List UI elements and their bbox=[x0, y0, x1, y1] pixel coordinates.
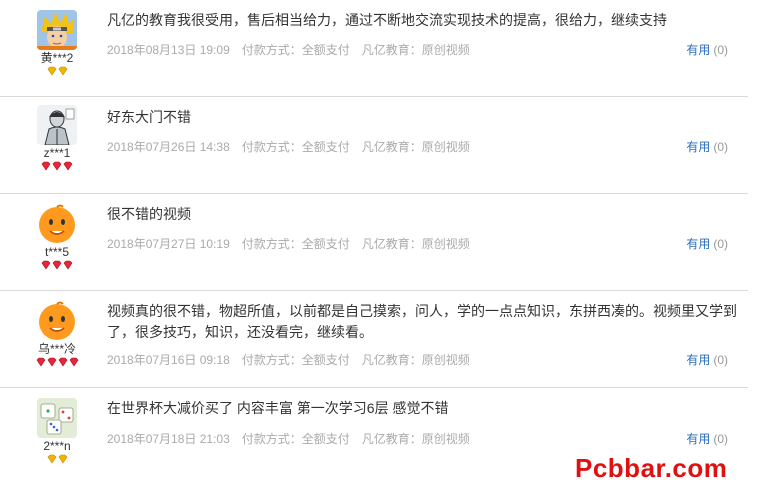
useful-count: (0) bbox=[713, 43, 728, 57]
review-date: 2018年08月13日 19:09 bbox=[107, 43, 230, 57]
useful-button[interactable]: 有用 (0) bbox=[686, 235, 728, 252]
payment-method: 付款方式：全额支付 bbox=[241, 140, 350, 154]
review-date: 2018年07月18日 21:03 bbox=[107, 432, 230, 446]
gold-diamond-icon bbox=[58, 454, 67, 464]
review-meta: 2018年07月26日 14:38 付款方式：全额支付 凡亿教育：原创视频 bbox=[107, 138, 482, 155]
review-meta: 2018年07月18日 21:03 付款方式：全额支付 凡亿教育：原创视频 bbox=[107, 430, 482, 447]
payment-method: 付款方式：全额支付 bbox=[241, 432, 350, 446]
orange-mascot-avatar[interactable] bbox=[37, 204, 77, 244]
level-badges bbox=[34, 357, 80, 369]
red-diamond-icon bbox=[36, 357, 45, 367]
useful-count: (0) bbox=[713, 140, 728, 154]
useful-count: (0) bbox=[713, 353, 728, 367]
naruto-avatar[interactable] bbox=[37, 10, 77, 50]
username: z***1 bbox=[43, 146, 71, 160]
useful-button[interactable]: 有用 (0) bbox=[686, 351, 728, 368]
useful-button[interactable]: 有用 (0) bbox=[686, 138, 728, 155]
sketch-avatar[interactable] bbox=[37, 105, 77, 145]
useful-label[interactable]: 有用 bbox=[686, 353, 710, 367]
useful-count: (0) bbox=[713, 432, 728, 446]
username: 黄***2 bbox=[40, 51, 74, 65]
course-type: 凡亿教育：原创视频 bbox=[361, 432, 470, 446]
gold-diamond-icon bbox=[47, 454, 56, 464]
username: t***5 bbox=[44, 245, 70, 259]
review-item: z***1 好东大门不错 2018年07月26日 14:38 付款方式：全额支付凡… bbox=[0, 97, 748, 194]
review-date: 2018年07月26日 14:38 bbox=[107, 140, 230, 154]
course-type: 凡亿教育：原创视频 bbox=[361, 237, 470, 251]
course-type: 凡亿教育：原创视频 bbox=[361, 43, 470, 57]
red-diamond-icon bbox=[41, 161, 51, 171]
useful-count: (0) bbox=[713, 237, 728, 251]
useful-button[interactable]: 有用 (0) bbox=[686, 430, 728, 447]
course-type: 凡亿教育：原创视频 bbox=[361, 353, 470, 367]
useful-label[interactable]: 有用 bbox=[686, 140, 710, 154]
red-diamond-icon bbox=[52, 161, 62, 171]
review-meta: 2018年07月27日 10:19 付款方式：全额支付 凡亿教育：原创视频 bbox=[107, 235, 482, 252]
dice-avatar[interactable] bbox=[37, 398, 77, 438]
useful-label[interactable]: 有用 bbox=[686, 237, 710, 251]
username: 2***n bbox=[43, 439, 71, 453]
level-badges bbox=[34, 66, 80, 78]
review-meta: 2018年07月16日 09:18 付款方式：全额支付 凡亿教育：原创视频 bbox=[107, 351, 482, 368]
level-badges bbox=[34, 454, 80, 466]
level-badges bbox=[34, 161, 80, 173]
user-block: 乌***冷 bbox=[34, 301, 80, 369]
review-text: 好东大门不错 bbox=[107, 109, 191, 125]
red-diamond-icon bbox=[63, 161, 73, 171]
watermark-logo: Pcbbar.com bbox=[575, 453, 728, 483]
review-item: 乌***冷 视频真的很不错，物超所值，以前都是自己摸索，问人，学的一点点知识，东… bbox=[0, 291, 748, 388]
useful-button[interactable]: 有用 (0) bbox=[686, 41, 728, 58]
username: 乌***冷 bbox=[37, 342, 76, 356]
review-text: 视频真的很不错，物超所值，以前都是自己摸索，问人，学的一点点知识，东拼西凑的。视… bbox=[107, 303, 737, 340]
review-date: 2018年07月16日 09:18 bbox=[107, 353, 230, 367]
red-diamond-icon bbox=[58, 357, 67, 367]
gold-diamond-icon bbox=[58, 66, 67, 76]
red-diamond-icon bbox=[52, 260, 62, 270]
orange-mascot-avatar[interactable] bbox=[37, 301, 77, 341]
review-date: 2018年07月27日 10:19 bbox=[107, 237, 230, 251]
red-diamond-icon bbox=[47, 357, 56, 367]
review-meta: 2018年08月13日 19:09 付款方式：全额支付 凡亿教育：原创视频 bbox=[107, 41, 482, 58]
useful-label[interactable]: 有用 bbox=[686, 432, 710, 446]
review-text: 在世界杯大减价买了 内容丰富 第一次学习6层 感觉不错 bbox=[107, 400, 449, 416]
review-item: 黄***2 凡亿的教育我很受用，售后相当给力，通过不断地交流实现技术的提高，很给… bbox=[0, 0, 748, 97]
course-type: 凡亿教育：原创视频 bbox=[361, 140, 470, 154]
review-text: 凡亿的教育我很受用，售后相当给力，通过不断地交流实现技术的提高，很给力，继续支持 bbox=[107, 12, 667, 28]
useful-label[interactable]: 有用 bbox=[686, 43, 710, 57]
red-diamond-icon bbox=[41, 260, 51, 270]
payment-method: 付款方式：全额支付 bbox=[241, 237, 350, 251]
user-block: 黄***2 bbox=[34, 10, 80, 78]
user-block: 2***n bbox=[34, 398, 80, 466]
level-badges bbox=[34, 260, 80, 272]
payment-method: 付款方式：全额支付 bbox=[241, 353, 350, 367]
user-block: t***5 bbox=[34, 204, 80, 272]
review-item: t***5 很不错的视频 2018年07月27日 10:19 付款方式：全额支付凡… bbox=[0, 194, 748, 291]
red-diamond-icon bbox=[69, 357, 78, 367]
payment-method: 付款方式：全额支付 bbox=[241, 43, 350, 57]
review-text: 很不错的视频 bbox=[107, 206, 191, 222]
user-block: z***1 bbox=[34, 105, 80, 173]
gold-diamond-icon bbox=[47, 66, 56, 76]
red-diamond-icon bbox=[63, 260, 73, 270]
